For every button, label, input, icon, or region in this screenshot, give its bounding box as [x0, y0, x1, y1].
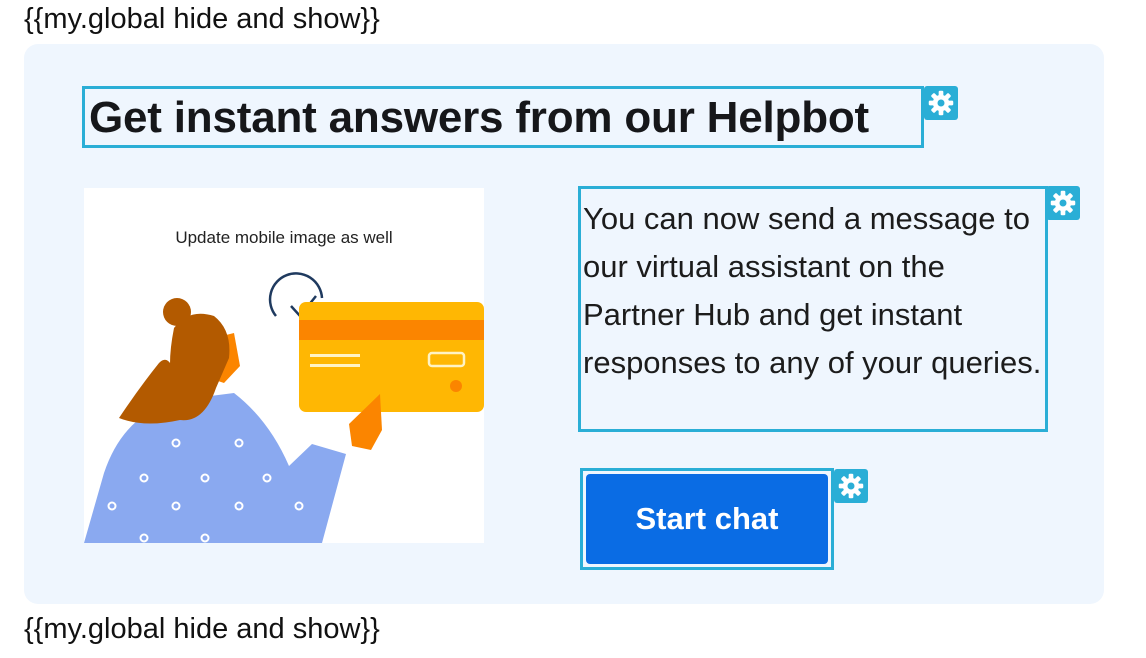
template-token-bottom: {{my.global hide and show}}: [24, 613, 380, 645]
helpbot-card: Get instant answers from our Helpbot Upd…: [24, 44, 1104, 604]
start-chat-button[interactable]: Start chat: [586, 474, 828, 564]
button-settings-gear-icon[interactable]: [834, 469, 868, 503]
body-text-edit-outline[interactable]: You can now send a message to our virtua…: [578, 186, 1048, 432]
card-heading: Get instant answers from our Helpbot: [89, 93, 870, 142]
heading-edit-outline[interactable]: Get instant answers from our Helpbot: [82, 86, 924, 148]
button-edit-outline[interactable]: Start chat: [580, 468, 834, 570]
card-body-text: You can now send a message to our virtua…: [583, 201, 1042, 380]
gear-icon: [1050, 190, 1076, 216]
body-text-settings-gear-icon[interactable]: [1046, 186, 1080, 220]
gear-icon: [838, 473, 864, 499]
gear-icon: [928, 90, 954, 116]
heading-settings-gear-icon[interactable]: [924, 86, 958, 120]
helpbot-illustration: Update mobile image as well: [84, 188, 484, 543]
template-token-top: {{my.global hide and show}}: [24, 3, 380, 35]
woman-with-card-illustration: [84, 272, 484, 543]
